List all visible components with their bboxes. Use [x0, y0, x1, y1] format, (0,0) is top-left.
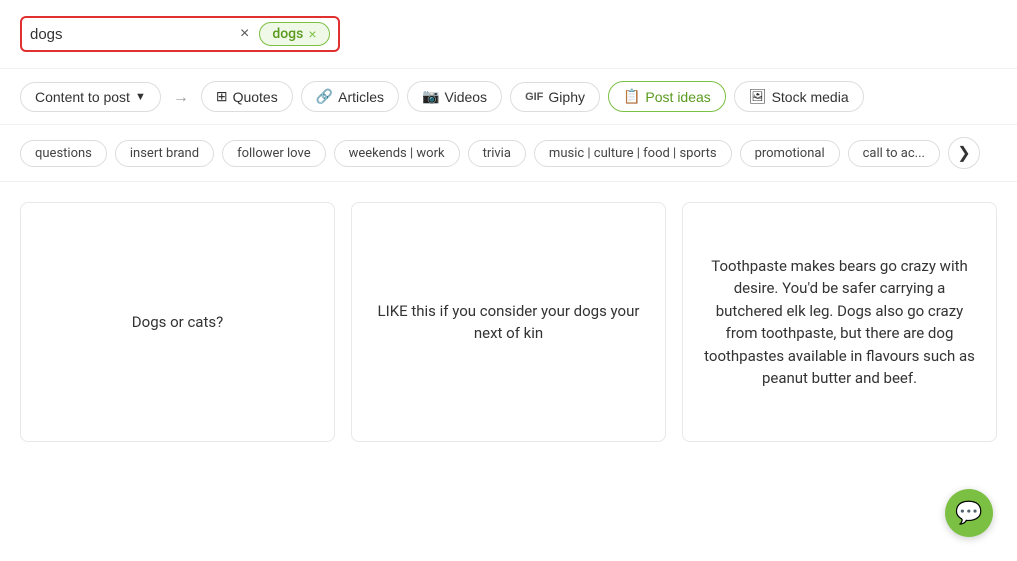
videos-button[interactable]: 📷 Videos: [407, 81, 502, 112]
search-input[interactable]: [30, 26, 230, 43]
cards-area: Dogs or cats? LIKE this if you consider …: [0, 182, 1017, 462]
chevron-down-icon: ▼: [135, 91, 146, 103]
filter-insert-brand[interactable]: insert brand: [115, 140, 214, 167]
content-to-post-label: Content to post: [35, 89, 130, 105]
filter-call-to-action[interactable]: call to ac...: [848, 140, 940, 167]
giphy-label: Giphy: [548, 89, 585, 105]
post-ideas-label: Post ideas: [645, 89, 710, 105]
search-box: × dogs ×: [20, 16, 340, 52]
card-3-text: Toothpaste makes bears go crazy with des…: [703, 255, 976, 390]
search-tag-label: dogs: [272, 26, 303, 42]
giphy-button[interactable]: GIF Giphy: [510, 82, 600, 112]
articles-label: Articles: [338, 89, 384, 105]
quotes-icon: ⊞: [216, 88, 228, 105]
search-tag: dogs ×: [259, 22, 329, 46]
filter-promotional[interactable]: promotional: [740, 140, 840, 167]
search-area: × dogs ×: [0, 0, 1017, 69]
filter-questions[interactable]: questions: [20, 140, 107, 167]
stock-media-icon: 🖼: [749, 88, 767, 105]
card-2-text: LIKE this if you consider your dogs your…: [372, 300, 645, 345]
filter-next-button[interactable]: ❯: [948, 137, 980, 169]
videos-icon: 📷: [422, 88, 439, 105]
filter-follower-love[interactable]: follower love: [222, 140, 326, 167]
content-to-post-button[interactable]: Content to post ▼: [20, 82, 161, 112]
filter-bar: questions insert brand follower love wee…: [0, 125, 1017, 182]
filter-music-culture[interactable]: music | culture | food | sports: [534, 140, 732, 167]
card-1-text: Dogs or cats?: [132, 311, 223, 334]
filter-weekends-work[interactable]: weekends | work: [334, 140, 460, 167]
stock-media-label: Stock media: [772, 89, 849, 105]
arrow-icon: →: [173, 87, 189, 107]
search-clear-button[interactable]: ×: [238, 26, 251, 42]
articles-button[interactable]: 🔗 Articles: [301, 81, 399, 112]
chevron-right-icon: ❯: [957, 143, 970, 163]
chat-icon: 💬: [955, 500, 982, 526]
stock-media-button[interactable]: 🖼 Stock media: [734, 81, 864, 112]
card-1[interactable]: Dogs or cats?: [20, 202, 335, 442]
quotes-label: Quotes: [233, 89, 278, 105]
articles-icon: 🔗: [316, 88, 333, 105]
post-ideas-button[interactable]: 📋 Post ideas: [608, 81, 726, 112]
chat-button[interactable]: 💬: [945, 489, 993, 537]
quotes-button[interactable]: ⊞ Quotes: [201, 81, 293, 112]
card-3[interactable]: Toothpaste makes bears go crazy with des…: [682, 202, 997, 442]
post-ideas-icon: 📋: [623, 88, 640, 105]
giphy-icon: GIF: [525, 91, 543, 103]
toolbar: Content to post ▼ → ⊞ Quotes 🔗 Articles …: [0, 69, 1017, 125]
card-2[interactable]: LIKE this if you consider your dogs your…: [351, 202, 666, 442]
videos-label: Videos: [445, 89, 488, 105]
search-tag-close-button[interactable]: ×: [308, 27, 316, 41]
filter-trivia[interactable]: trivia: [468, 140, 526, 167]
